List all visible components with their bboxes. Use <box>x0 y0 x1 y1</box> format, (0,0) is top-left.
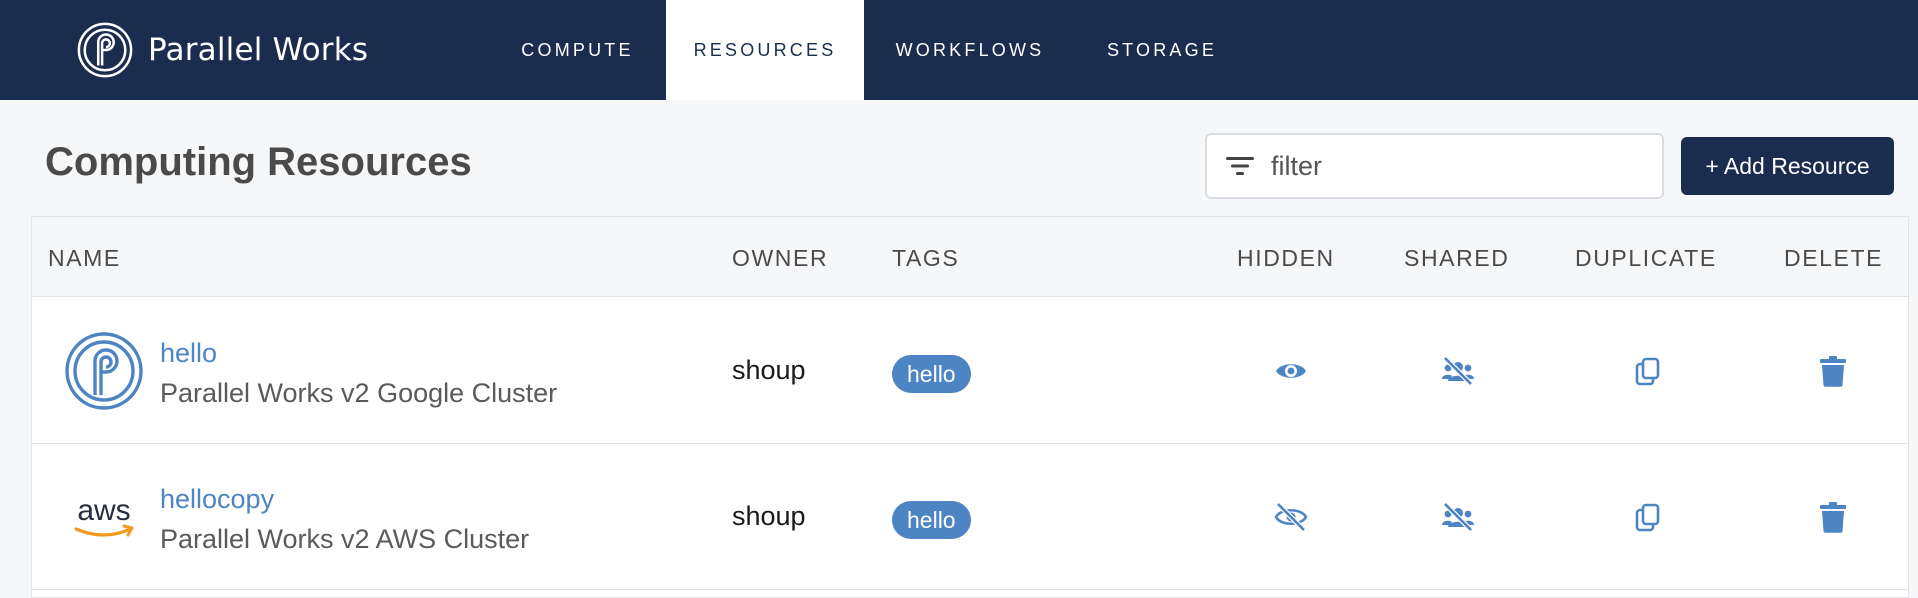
resource-type: Parallel Works v2 AWS Cluster <box>160 524 530 554</box>
column-header-delete: DELETE <box>1784 245 1884 271</box>
column-header-duplicate: DUPLICATE <box>1575 245 1717 271</box>
tab-label: COMPUTE <box>521 39 634 60</box>
trash-icon <box>1820 356 1846 387</box>
resource-owner: shoup <box>732 501 806 531</box>
eye-slash-icon <box>1274 502 1308 532</box>
copy-icon <box>1635 503 1660 532</box>
tab-label: STORAGE <box>1106 39 1218 60</box>
duplicate-button[interactable] <box>1629 498 1667 536</box>
resource-owner: shoup <box>732 355 806 385</box>
table-header: NAME OWNER TAGS HIDDEN SHARED DUPLICATE … <box>32 217 1908 297</box>
users-slash-icon <box>1442 502 1474 532</box>
table-row: hello Parallel Works v2 Google Cluster s… <box>32 298 1908 444</box>
top-nav-bar: Parallel Works COMPUTE RESOURCES WORKFLO… <box>0 0 1918 100</box>
tab-resources[interactable]: RESOURCES <box>666 0 864 100</box>
resource-type: Parallel Works v2 Google Cluster <box>160 378 558 408</box>
aws-logo-icon: aws <box>74 494 134 537</box>
column-header-owner: OWNER <box>732 245 829 271</box>
column-header-shared: SHARED <box>1404 245 1510 271</box>
tab-storage[interactable]: STORAGE <box>1082 0 1242 100</box>
trash-icon <box>1820 502 1846 533</box>
duplicate-button[interactable] <box>1629 352 1667 390</box>
app-logo[interactable]: Parallel Works <box>76 20 368 80</box>
filter-field[interactable] <box>1205 133 1664 199</box>
tab-workflows[interactable]: WORKFLOWS <box>870 0 1070 100</box>
resource-name-link[interactable]: hello <box>160 338 217 369</box>
parallel-works-logo-icon <box>77 22 133 78</box>
table-row: aws hellocopy Parallel Works v2 AWS Clus… <box>32 444 1908 590</box>
column-header-hidden: HIDDEN <box>1237 245 1335 271</box>
eye-icon <box>1276 364 1306 378</box>
page-title: Computing Resources <box>45 140 472 184</box>
hidden-toggle[interactable] <box>1272 352 1310 390</box>
copy-icon <box>1635 357 1660 386</box>
logo-text: Parallel Works <box>148 32 369 68</box>
filter-input[interactable] <box>1271 150 1651 182</box>
resources-table: NAME OWNER TAGS HIDDEN SHARED DUPLICATE … <box>31 216 1909 598</box>
aws-logo-text: aws <box>77 494 130 527</box>
tab-label: WORKFLOWS <box>895 39 1045 60</box>
tag-badge[interactable]: hello <box>892 501 971 539</box>
delete-button[interactable] <box>1814 352 1852 390</box>
tag-badge[interactable]: hello <box>892 355 971 393</box>
hidden-toggle[interactable] <box>1272 498 1310 536</box>
tab-compute[interactable]: COMPUTE <box>490 0 665 100</box>
column-header-tags: TAGS <box>892 245 960 271</box>
users-slash-icon <box>1442 356 1474 386</box>
shared-toggle[interactable] <box>1439 352 1477 390</box>
shared-toggle[interactable] <box>1439 498 1477 536</box>
tab-label: RESOURCES <box>693 39 837 60</box>
delete-button[interactable] <box>1814 498 1852 536</box>
column-header-name: NAME <box>48 245 121 271</box>
parallel-works-logo-icon <box>65 332 143 410</box>
add-resource-button[interactable]: + Add Resource <box>1681 137 1894 195</box>
filter-icon <box>1226 157 1254 175</box>
resource-name-link[interactable]: hellocopy <box>160 484 274 515</box>
